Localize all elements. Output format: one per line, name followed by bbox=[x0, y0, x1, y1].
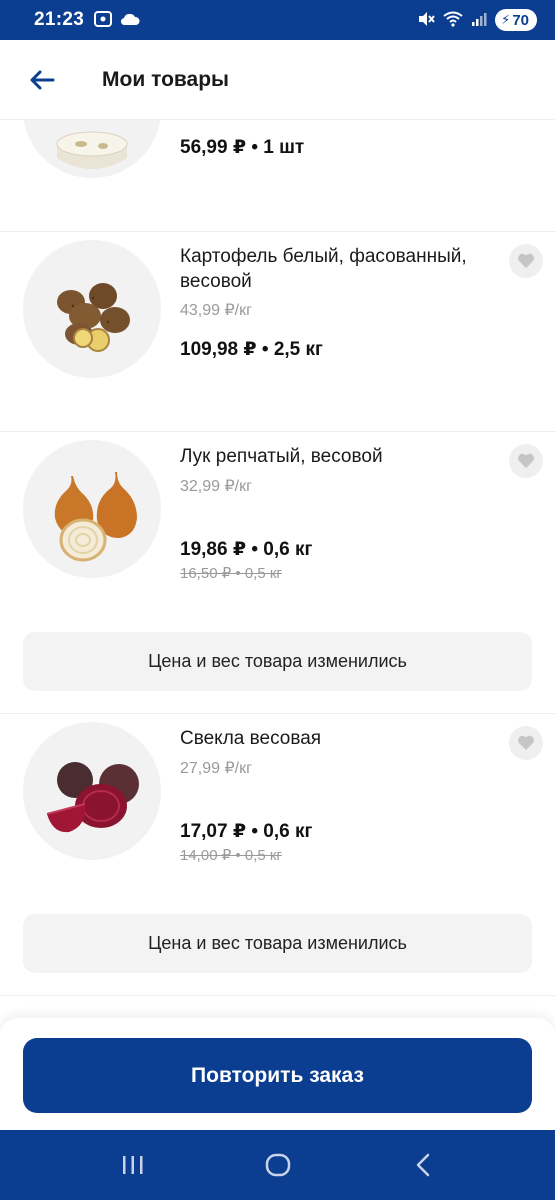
product-card[interactable]: Лук репчатый, весовой 32,99 ₽/кг 19,86 ₽… bbox=[0, 432, 555, 714]
battery-level: 70 bbox=[512, 11, 529, 29]
cloud-icon bbox=[120, 12, 140, 29]
heart-icon bbox=[518, 453, 534, 468]
system-nav-bar bbox=[0, 1130, 555, 1200]
back-button[interactable] bbox=[20, 58, 64, 102]
arrow-left-icon bbox=[30, 70, 55, 89]
product-old-price: 14,00 ₽ • 0,5 кг bbox=[180, 847, 282, 864]
product-image bbox=[23, 240, 161, 378]
heart-icon bbox=[518, 735, 534, 750]
product-image bbox=[23, 120, 161, 178]
favorite-button[interactable] bbox=[509, 444, 543, 478]
product-image bbox=[23, 722, 161, 860]
price-change-notice: Цена и вес товара изменились bbox=[23, 632, 532, 691]
product-card[interactable]: Свекла весовая 27,99 ₽/кг 17,07 ₽ • 0,6 … bbox=[0, 714, 555, 996]
system-back-button[interactable] bbox=[393, 1140, 453, 1190]
mute-icon bbox=[417, 11, 435, 30]
price-change-notice: Цена и вес товара изменились bbox=[23, 914, 532, 973]
product-unit-price: 43,99 ₽/кг bbox=[180, 302, 252, 319]
signal-icon bbox=[471, 11, 487, 30]
product-list[interactable]: 56,99 ₽ • 1 шт Картофель белый, фасованн… bbox=[0, 120, 555, 1020]
product-name: Лук репчатый, весовой bbox=[180, 446, 383, 467]
product-name: Картофель белый, фасованный, весовой bbox=[180, 246, 467, 292]
product-image bbox=[23, 440, 161, 578]
bottom-action-bar: Повторить заказ bbox=[0, 1018, 555, 1130]
battery-icon: ⚡ 70 bbox=[495, 9, 537, 31]
screenshot-icon bbox=[94, 10, 113, 30]
favorite-button[interactable] bbox=[509, 244, 543, 278]
product-unit-price: 32,99 ₽/кг bbox=[180, 478, 252, 495]
bolt-icon: ⚡ bbox=[501, 12, 511, 27]
recent-apps-button[interactable] bbox=[103, 1140, 163, 1190]
product-total: 56,99 ₽ • 1 шт bbox=[180, 137, 305, 158]
product-total: 19,86 ₽ • 0,6 кг bbox=[180, 539, 313, 560]
product-name: Свекла весовая bbox=[180, 728, 322, 749]
product-total: 109,98 ₽ • 2,5 кг bbox=[180, 339, 323, 360]
favorite-button[interactable] bbox=[509, 726, 543, 760]
product-card[interactable]: Картофель белый, фасованный, весовой 43,… bbox=[0, 232, 555, 432]
app-header: Мои товары bbox=[0, 40, 555, 120]
repeat-order-button[interactable]: Повторить заказ bbox=[23, 1038, 532, 1113]
status-bar: 21:23 ⚡ 70 bbox=[0, 0, 555, 40]
wifi-icon bbox=[443, 11, 463, 30]
chevron-left-icon bbox=[416, 1153, 429, 1177]
product-card[interactable]: 56,99 ₽ • 1 шт bbox=[0, 120, 555, 232]
heart-icon bbox=[518, 253, 534, 268]
recent-apps-icon bbox=[122, 1156, 142, 1174]
home-icon bbox=[265, 1153, 290, 1177]
product-total: 17,07 ₽ • 0,6 кг bbox=[180, 821, 313, 842]
product-unit-price: 27,99 ₽/кг bbox=[180, 760, 252, 777]
product-old-price: 16,50 ₽ • 0,5 кг bbox=[180, 565, 282, 582]
home-button[interactable] bbox=[248, 1140, 308, 1190]
status-time: 21:23 bbox=[34, 9, 85, 30]
page-title: Мои товары bbox=[102, 67, 229, 91]
